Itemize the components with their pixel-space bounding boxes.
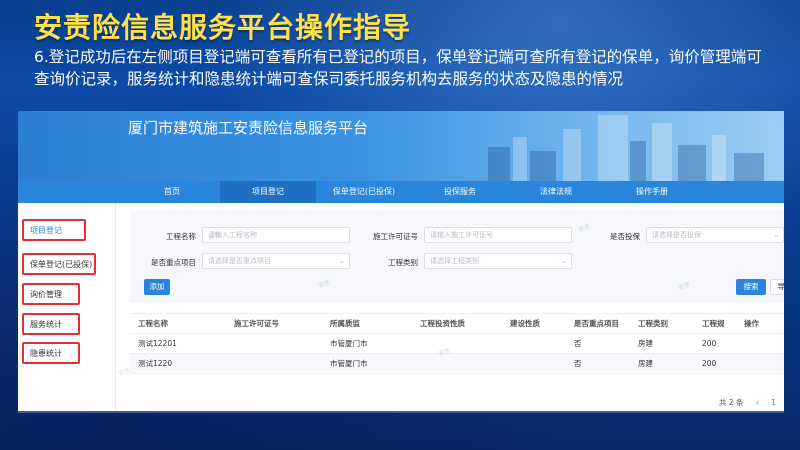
- insured-label: 是否投保: [610, 232, 640, 241]
- cell-permit: [226, 354, 322, 374]
- key-project-select[interactable]: 请选择是否重点项目 ⌄: [202, 253, 350, 269]
- column-header: 工程规: [702, 319, 725, 328]
- permit-input[interactable]: 请输入施工许可证号: [424, 227, 572, 243]
- insured-select[interactable]: 请选择是否投保 ⌄: [646, 227, 784, 243]
- sidebar: 项目登记 保单登记(已投保) 询价管理 服务统计 隐患统计: [18, 203, 116, 411]
- cell-permit: [226, 334, 322, 354]
- cell-actions[interactable]: [736, 354, 784, 374]
- column-header: 操作: [744, 319, 759, 328]
- table-row[interactable]: 测试1220 市管厦门市 否 房建 200: [130, 354, 784, 374]
- column-header: 工程投资性质: [420, 319, 465, 328]
- search-button[interactable]: 搜索: [736, 279, 766, 295]
- cell-construction-nature: [502, 334, 566, 354]
- add-button[interactable]: 添加: [144, 279, 170, 295]
- main-content: 工程名称 请输入工程名称 施工许可证号 请输入施工许可证号 是否投保 请选择是否…: [124, 203, 784, 411]
- table-header-row: 工程名称 施工许可证号 所属质监 工程投资性质 建设性质 是否重点项目 工程类别…: [130, 314, 784, 334]
- chevron-down-icon: ⌄: [339, 257, 345, 265]
- screenshot-bottom-edge: [18, 411, 784, 413]
- nav-policy-registration[interactable]: 保单登记(已投保): [316, 181, 412, 203]
- cell-actions[interactable]: [736, 334, 784, 354]
- chevron-down-icon: ⌄: [561, 257, 567, 265]
- permit-label: 施工许可证号: [373, 232, 418, 241]
- cell-investment: [412, 354, 502, 374]
- app-banner: 厦门市建筑施工安责险信息服务平台: [18, 111, 784, 181]
- nav-project-registration[interactable]: 项目登记: [220, 181, 316, 203]
- insured-select-placeholder: 请选择是否投保: [652, 231, 701, 239]
- project-name-label: 工程名称: [166, 232, 196, 241]
- pagination-total: 共 2 条: [718, 398, 744, 407]
- top-nav: 首页 项目登记 保单登记(已投保) 投保服务 法律法规 操作手册: [18, 181, 784, 203]
- app-title: 厦门市建筑施工安责险信息服务平台: [128, 119, 369, 137]
- export-button[interactable]: 导出: [770, 279, 784, 295]
- cell-key-project: 否: [574, 339, 582, 348]
- project-name-input[interactable]: 请输入工程名称: [202, 227, 350, 243]
- sidebar-item-hazard-statistics[interactable]: 隐患统计: [22, 342, 80, 364]
- key-project-label: 是否重点项目: [151, 258, 196, 267]
- column-header: 工程类别: [638, 319, 668, 328]
- nav-insurance-service[interactable]: 投保服务: [412, 181, 508, 203]
- cell-investment: [412, 334, 502, 354]
- sidebar-item-service-statistics[interactable]: 服务统计: [22, 313, 80, 335]
- column-header: 建设性质: [510, 319, 540, 328]
- project-table: 工程名称 施工许可证号 所属质监 工程投资性质 建设性质 是否重点项目 工程类别…: [130, 313, 784, 393]
- chevron-down-icon: ⌄: [773, 231, 779, 239]
- pagination: 共 2 条 ‹ 1: [719, 397, 776, 408]
- cell-supervision: 市管厦门市: [330, 359, 368, 368]
- cell-supervision: 市管厦门市: [330, 339, 368, 348]
- cell-project-name: 测试12201: [138, 339, 177, 348]
- key-project-select-placeholder: 请选择是否重点项目: [208, 257, 271, 265]
- cell-category: 房建: [638, 359, 653, 368]
- slide-title: 安责险信息服务平台操作指导: [34, 11, 412, 44]
- column-header: 施工许可证号: [234, 319, 279, 328]
- sidebar-item-policy-registration[interactable]: 保单登记(已投保): [22, 253, 96, 275]
- cell-key-project: 否: [574, 359, 582, 368]
- sidebar-item-project-registration[interactable]: 项目登记: [22, 219, 86, 241]
- table-row[interactable]: 测试12201 市管厦门市 否 房建 200: [130, 334, 784, 354]
- nav-home[interactable]: 首页: [124, 181, 220, 203]
- column-header: 是否重点项目: [574, 319, 619, 328]
- pagination-prev[interactable]: ‹: [756, 398, 759, 407]
- cell-project-name: 测试1220: [138, 359, 173, 368]
- slide-description: 6.登记成功后在左侧项目登记端可查看所有已登记的项目，保单登记端可查所有登记的保…: [34, 48, 762, 88]
- cell-category: 房建: [638, 339, 653, 348]
- category-label: 工程类别: [388, 258, 418, 267]
- cell-construction-nature: [502, 354, 566, 374]
- platform-screenshot: 厦门市建筑施工安责险信息服务平台 首页 项目登记 保单登记(已投保) 投保服务 …: [18, 111, 784, 411]
- sidebar-item-inquiry-management[interactable]: 询价管理: [22, 283, 80, 305]
- pagination-page[interactable]: 1: [771, 398, 776, 407]
- cell-scale: 200: [702, 339, 717, 348]
- nav-manual[interactable]: 操作手册: [604, 181, 700, 203]
- category-select-placeholder: 请选择工程类别: [430, 257, 479, 265]
- cell-scale: 200: [702, 359, 717, 368]
- column-header: 所属质监: [330, 319, 360, 328]
- column-header: 工程名称: [138, 319, 168, 328]
- nav-laws[interactable]: 法律法规: [508, 181, 604, 203]
- category-select[interactable]: 请选择工程类别 ⌄: [424, 253, 572, 269]
